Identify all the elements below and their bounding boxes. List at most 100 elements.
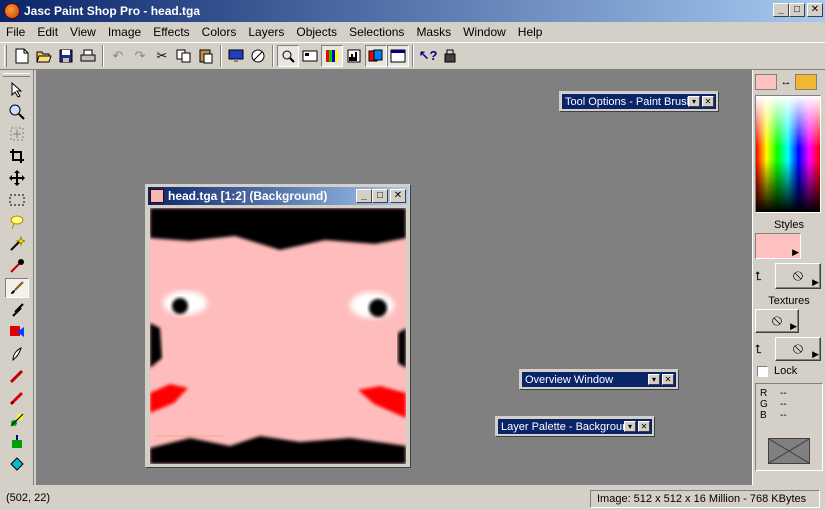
clone-brush-icon[interactable]: [5, 300, 29, 320]
mover-tool-icon[interactable]: [5, 168, 29, 188]
paint-brush-icon[interactable]: [5, 278, 29, 298]
eraser-tool-icon[interactable]: [5, 388, 29, 408]
menu-colors[interactable]: Colors: [196, 23, 243, 41]
script-icon[interactable]: [439, 45, 461, 67]
layer-palette-rollup-button[interactable]: ▾: [624, 421, 636, 432]
undo-icon[interactable]: ↶: [107, 45, 129, 67]
null-style-icon: ⦸: [792, 267, 804, 284]
rgb-g-value: --: [780, 399, 787, 410]
arrow-tool-icon[interactable]: [5, 80, 29, 100]
tool-options-rollup-button[interactable]: ▾: [688, 96, 700, 107]
swap-colors-icon[interactable]: ↔: [777, 76, 795, 88]
background-style-swatch[interactable]: ⦸ ▶: [775, 263, 821, 289]
tool-options-titlebar[interactable]: Tool Options - Paint Brush ▾ ✕: [562, 94, 716, 109]
layer-palette-icon[interactable]: [365, 45, 387, 67]
retouch-tool-icon[interactable]: [5, 344, 29, 364]
image-maximize-button[interactable]: □: [372, 189, 388, 203]
tool-options-title: Tool Options - Paint Brush: [565, 95, 693, 108]
color-palette-icon[interactable]: [321, 45, 343, 67]
image-info: Image: 512 x 512 x 16 Million - 768 KByt…: [590, 489, 820, 508]
open-icon[interactable]: [33, 45, 55, 67]
zoom-tool-icon[interactable]: [5, 102, 29, 122]
rgb-readout: R -- G -- B --: [755, 383, 823, 471]
picture-tube-icon[interactable]: [5, 410, 29, 430]
rgb-g-label: G: [760, 399, 768, 410]
rgb-r-value: --: [780, 388, 787, 399]
overview-rollup-button[interactable]: ▾: [648, 374, 660, 385]
tool-palette-grip[interactable]: [3, 73, 30, 77]
browse-icon[interactable]: [247, 45, 269, 67]
save-icon[interactable]: [55, 45, 77, 67]
lock-checkbox[interactable]: [757, 365, 768, 377]
foreground-texture-swatch[interactable]: ⦸ ▶: [755, 309, 799, 333]
minimize-button[interactable]: _: [773, 3, 789, 17]
foreground-color-swatch[interactable]: [755, 74, 777, 90]
menu-selections[interactable]: Selections: [343, 23, 410, 41]
deform-tool-icon[interactable]: [5, 124, 29, 144]
background-color-swatch[interactable]: [795, 74, 817, 90]
menu-image[interactable]: Image: [102, 23, 147, 41]
cut-icon[interactable]: ✂: [151, 45, 173, 67]
crop-tool-icon[interactable]: [5, 146, 29, 166]
layer-palette-titlebar[interactable]: Layer Palette - Background ▾ ✕: [498, 419, 652, 434]
image-canvas[interactable]: [150, 208, 406, 464]
image-minimize-button[interactable]: _: [356, 189, 372, 203]
color-preview-icon: [768, 438, 810, 464]
overview-icon[interactable]: [299, 45, 321, 67]
swap-styles-icon[interactable]: ⮤: [755, 269, 775, 284]
scratch-remover-icon[interactable]: [5, 366, 29, 386]
document-icon[interactable]: [150, 189, 164, 203]
tool-options-close-button[interactable]: ✕: [702, 96, 714, 107]
overview-palette[interactable]: Overview Window ▾ ✕: [519, 369, 679, 390]
full-screen-preview-icon[interactable]: [225, 45, 247, 67]
paste-icon[interactable]: [195, 45, 217, 67]
foreground-style-swatch[interactable]: ▶: [755, 233, 801, 259]
image-window[interactable]: head.tga [1:2] (Background) _ □ ✕: [145, 184, 411, 468]
layer-palette-close-button[interactable]: ✕: [638, 421, 650, 432]
close-button[interactable]: ✕: [807, 3, 823, 17]
status-bar: (502, 22) Image: 512 x 512 x 16 Million …: [0, 487, 825, 510]
menu-help[interactable]: Help: [512, 23, 549, 41]
styles-label: Styles: [774, 219, 804, 231]
app-icon[interactable]: [4, 3, 20, 19]
new-icon[interactable]: [11, 45, 33, 67]
image-window-title: head.tga [1:2] (Background): [168, 189, 328, 203]
menu-layers[interactable]: Layers: [242, 23, 290, 41]
menu-file[interactable]: File: [0, 23, 31, 41]
overview-titlebar[interactable]: Overview Window ▾ ✕: [522, 372, 676, 387]
color-picker-spectrum[interactable]: [755, 95, 821, 213]
dropper-tool-icon[interactable]: [5, 256, 29, 276]
menu-edit[interactable]: Edit: [31, 23, 64, 41]
color-replacer-icon[interactable]: [5, 322, 29, 342]
toolbar-grip[interactable]: [4, 45, 7, 67]
histogram-icon[interactable]: [343, 45, 365, 67]
overview-close-button[interactable]: ✕: [662, 374, 674, 385]
image-window-titlebar[interactable]: head.tga [1:2] (Background) _ □ ✕: [148, 187, 408, 205]
menu-view[interactable]: View: [64, 23, 102, 41]
menu-objects[interactable]: Objects: [290, 23, 343, 41]
menu-masks[interactable]: Masks: [410, 23, 457, 41]
swap-textures-icon[interactable]: ⮤: [755, 342, 775, 357]
tool-options-palette[interactable]: Tool Options - Paint Brush ▾ ✕: [559, 91, 719, 112]
magic-wand-icon[interactable]: [5, 234, 29, 254]
flood-fill-icon[interactable]: [5, 454, 29, 474]
airbrush-icon[interactable]: [5, 432, 29, 452]
freehand-selection-icon[interactable]: [5, 212, 29, 232]
null-texture-icon: ⦸: [792, 340, 804, 357]
null-texture-icon: ⦸: [771, 312, 783, 329]
context-help-icon[interactable]: ↖?: [417, 45, 439, 67]
menu-effects[interactable]: Effects: [147, 23, 195, 41]
textures-label: Textures: [768, 295, 810, 307]
head-texture-image: [150, 208, 406, 464]
selection-tool-icon[interactable]: [5, 190, 29, 210]
background-texture-swatch[interactable]: ⦸ ▶: [775, 337, 821, 361]
print-icon[interactable]: [77, 45, 99, 67]
tool-options-icon[interactable]: [277, 45, 299, 67]
menu-window[interactable]: Window: [457, 23, 512, 41]
image-close-button[interactable]: ✕: [390, 189, 406, 203]
maximize-button[interactable]: □: [789, 3, 805, 17]
redo-icon[interactable]: ↷: [129, 45, 151, 67]
layer-palette[interactable]: Layer Palette - Background ▾ ✕: [495, 416, 655, 437]
toolbar-toggle-icon[interactable]: [387, 45, 409, 67]
copy-icon[interactable]: [173, 45, 195, 67]
